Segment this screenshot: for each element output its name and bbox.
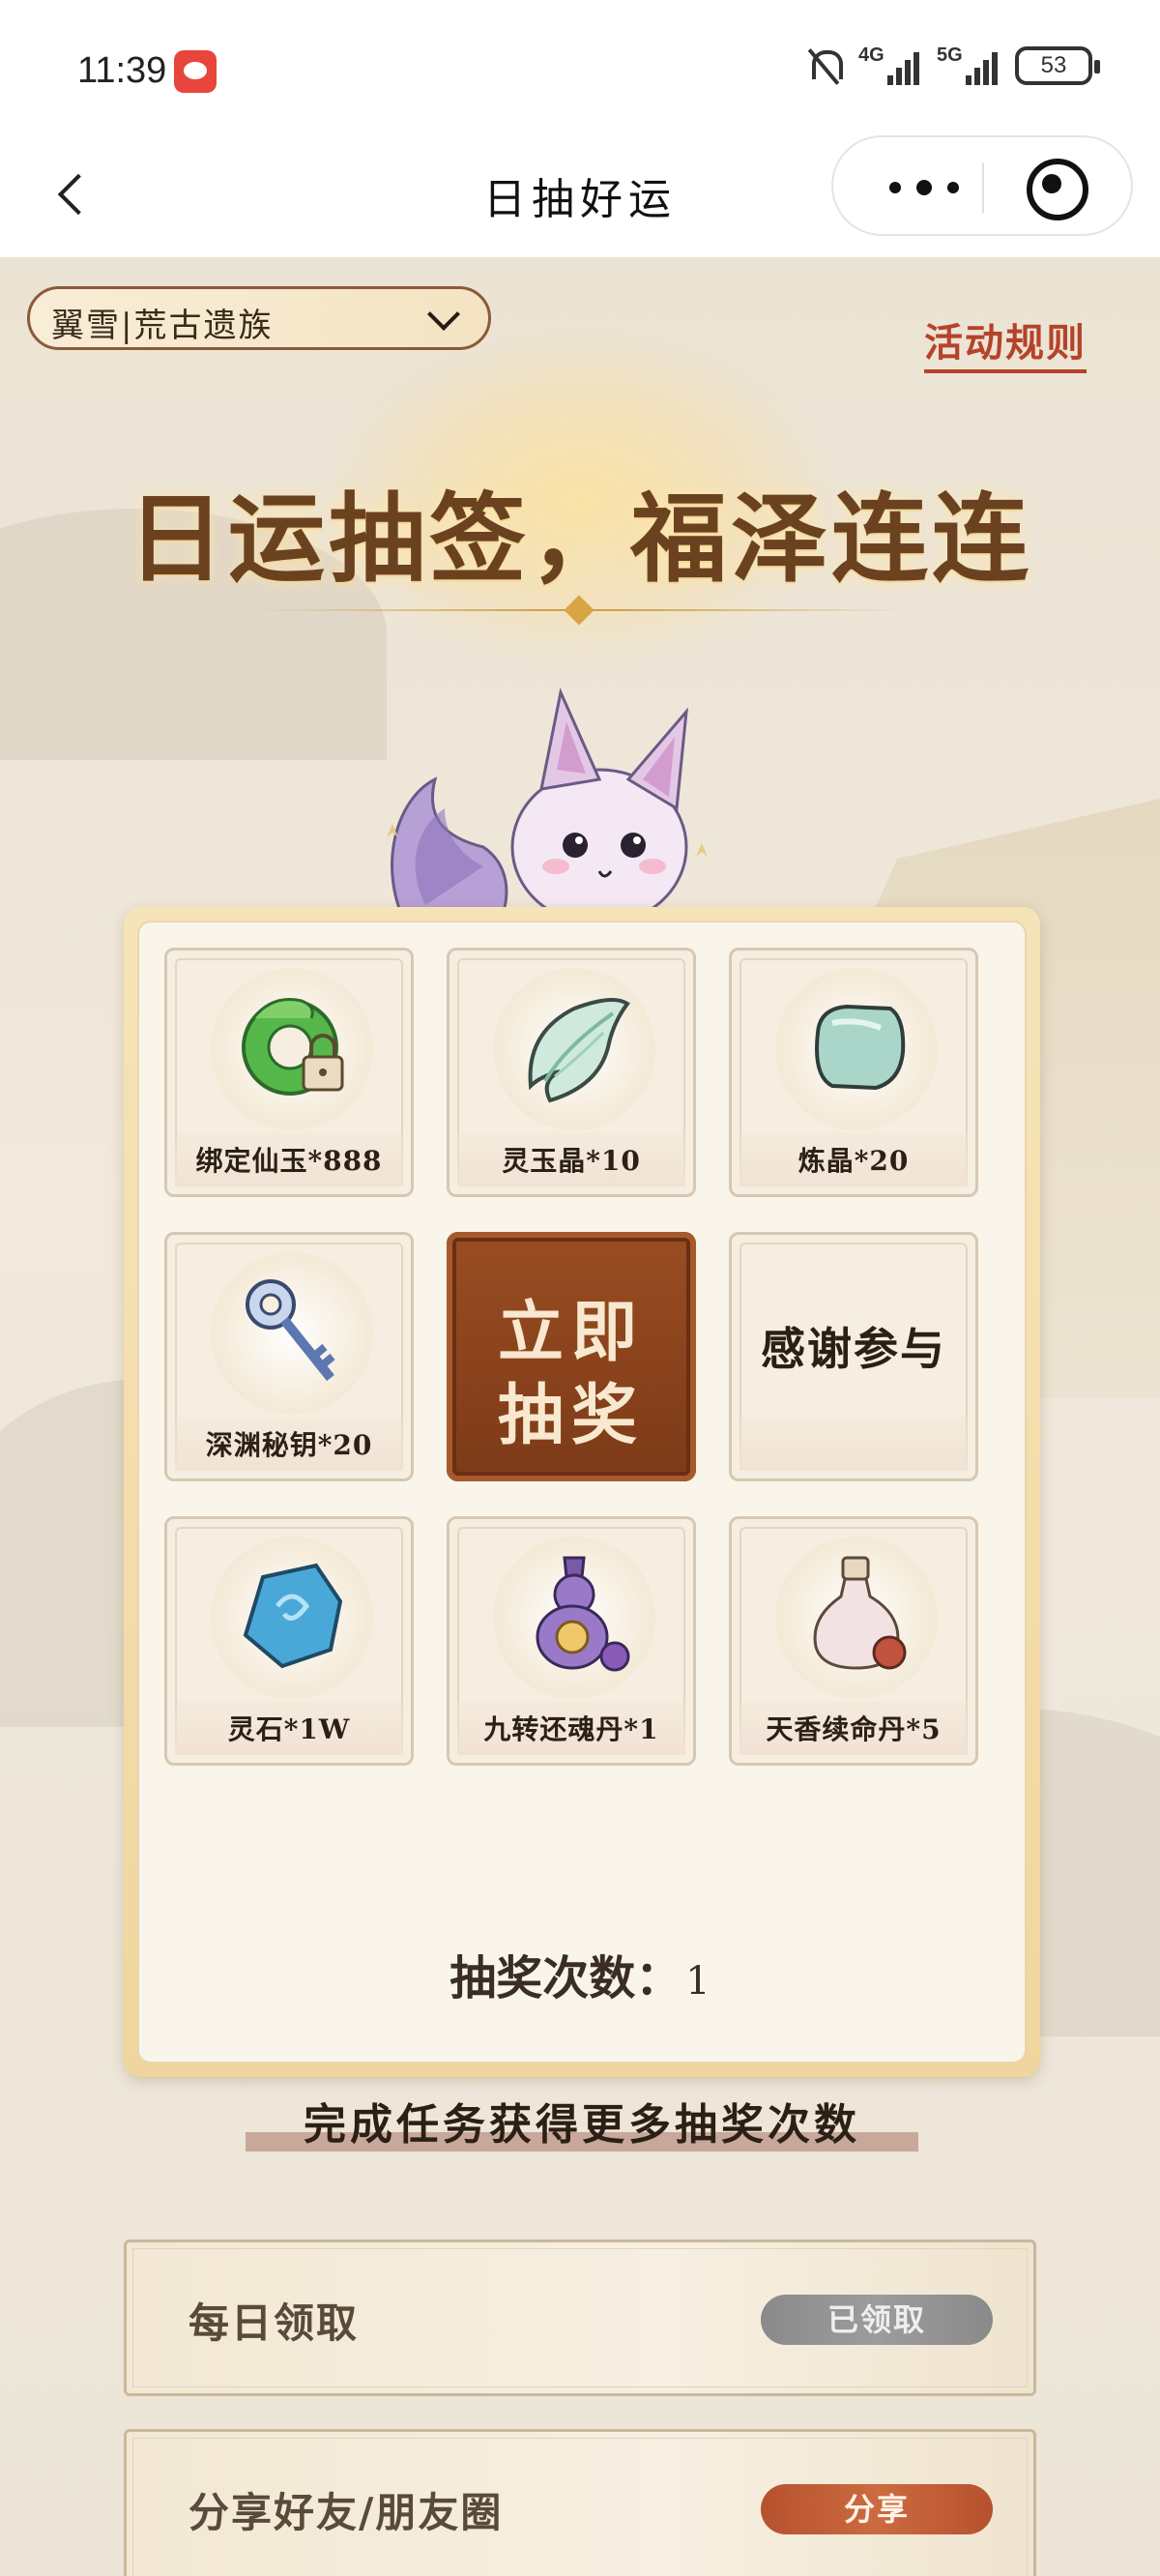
task-daily-claim: 每日领取 已领取 <box>124 2239 1036 2396</box>
lottery-board: 绑定仙玉*888 灵玉晶*10 炼晶*20 深渊秘钥*20 立即 抽奖 感谢参与… <box>124 907 1040 2077</box>
task-name: 分享好友/朋友圈 <box>188 2489 504 2536</box>
prize-cell[interactable]: 九转还魂丹*1 <box>447 1516 696 1766</box>
network-5g-label: 5G <box>937 44 963 66</box>
draw-count: 抽奖次数： 1 <box>0 1940 1160 2007</box>
signal-5g-icon: 5G <box>937 44 998 85</box>
prize-cell[interactable]: 天香续命丹*5 <box>729 1516 978 1766</box>
prize-cell[interactable]: 炼晶*20 <box>729 948 978 1197</box>
jade-dragon-icon <box>242 998 344 1096</box>
abyss-key-icon <box>246 1279 335 1382</box>
prize-cell[interactable]: 深渊秘钥*20 <box>164 1232 414 1481</box>
mini-program-capsule <box>831 135 1133 236</box>
prize-label-band <box>740 1417 968 1471</box>
life-pill-icon <box>813 1556 907 1670</box>
draw-now-button[interactable]: 立即 抽奖 <box>447 1232 696 1481</box>
revive-pill-icon <box>536 1556 630 1672</box>
tasks-heading-wrap: 完成任务获得更多抽奖次数 <box>246 2090 918 2159</box>
draw-count-value: 1 <box>685 1959 710 2004</box>
network-4g-label: 4G <box>858 44 884 66</box>
status-icons: 4G 5G 53 <box>806 44 1100 85</box>
chevron-down-icon <box>427 298 460 331</box>
nav-bar: 日抽好运 <box>0 135 1160 257</box>
battery-icon: 53 <box>1015 46 1100 85</box>
tasks-heading: 完成任务获得更多抽奖次数 <box>304 2100 860 2150</box>
task-name: 每日领取 <box>188 2299 360 2347</box>
prize-cell[interactable]: 灵玉晶*10 <box>447 948 696 1197</box>
prize-label: 灵石*1W <box>227 1713 351 1745</box>
prize-label: 灵玉晶*10 <box>502 1145 641 1177</box>
prize-label: 天香续命丹*5 <box>766 1713 942 1745</box>
prize-label: 深渊秘钥*20 <box>205 1429 373 1461</box>
server-select[interactable]: 翼雪|荒古遗族 <box>27 286 491 350</box>
draw-button-line2: 抽奖 <box>497 1377 645 1454</box>
status-time: 11:39 <box>77 50 167 91</box>
prize-label: 绑定仙玉*888 <box>195 1145 383 1177</box>
lottery-grid: 绑定仙玉*888 灵玉晶*10 炼晶*20 深渊秘钥*20 立即 抽奖 感谢参与… <box>137 921 1027 2064</box>
prize-cell[interactable]: 绑定仙玉*888 <box>164 948 414 1197</box>
claimed-button[interactable]: 已领取 <box>761 2295 993 2345</box>
headline: 日运抽签，福泽连连 <box>128 482 1032 596</box>
prize-label: 炼晶*20 <box>798 1145 910 1177</box>
capsule-divider <box>982 162 984 213</box>
task-share: 分享好友/朋友圈 分享 <box>124 2429 1036 2576</box>
refine-crystal-icon <box>815 1004 906 1091</box>
lottery-page: 翼雪|荒古遗族 活动规则 日运抽签，福泽连连 绑定仙玉*888 灵玉晶*10 炼… <box>0 257 1160 2576</box>
spirit-stone-icon <box>243 1563 343 1669</box>
prize-label: 感谢参与 <box>761 1323 946 1375</box>
server-select-value: 翼雪|荒古遗族 <box>51 307 274 345</box>
prize-cell-thanks[interactable]: 感谢参与 <box>729 1232 978 1481</box>
draw-count-label: 抽奖次数： <box>450 1951 682 2005</box>
headline-ornament <box>251 596 909 625</box>
draw-button-line1: 立即 <box>497 1294 645 1371</box>
status-bar: 11:39 4G 5G 53 <box>0 0 1160 135</box>
prize-label: 九转还魂丹*1 <box>483 1713 659 1745</box>
app-notification-icon <box>174 50 217 93</box>
share-button[interactable]: 分享 <box>761 2484 993 2534</box>
close-mini-program-icon[interactable] <box>1027 159 1088 220</box>
more-options-icon[interactable] <box>872 137 978 234</box>
prize-cell[interactable]: 灵石*1W <box>164 1516 414 1766</box>
jade-crystal-icon <box>528 998 630 1103</box>
signal-4g-icon: 4G <box>858 44 919 85</box>
mute-icon <box>806 46 843 85</box>
rules-link[interactable]: 活动规则 <box>924 311 1087 373</box>
